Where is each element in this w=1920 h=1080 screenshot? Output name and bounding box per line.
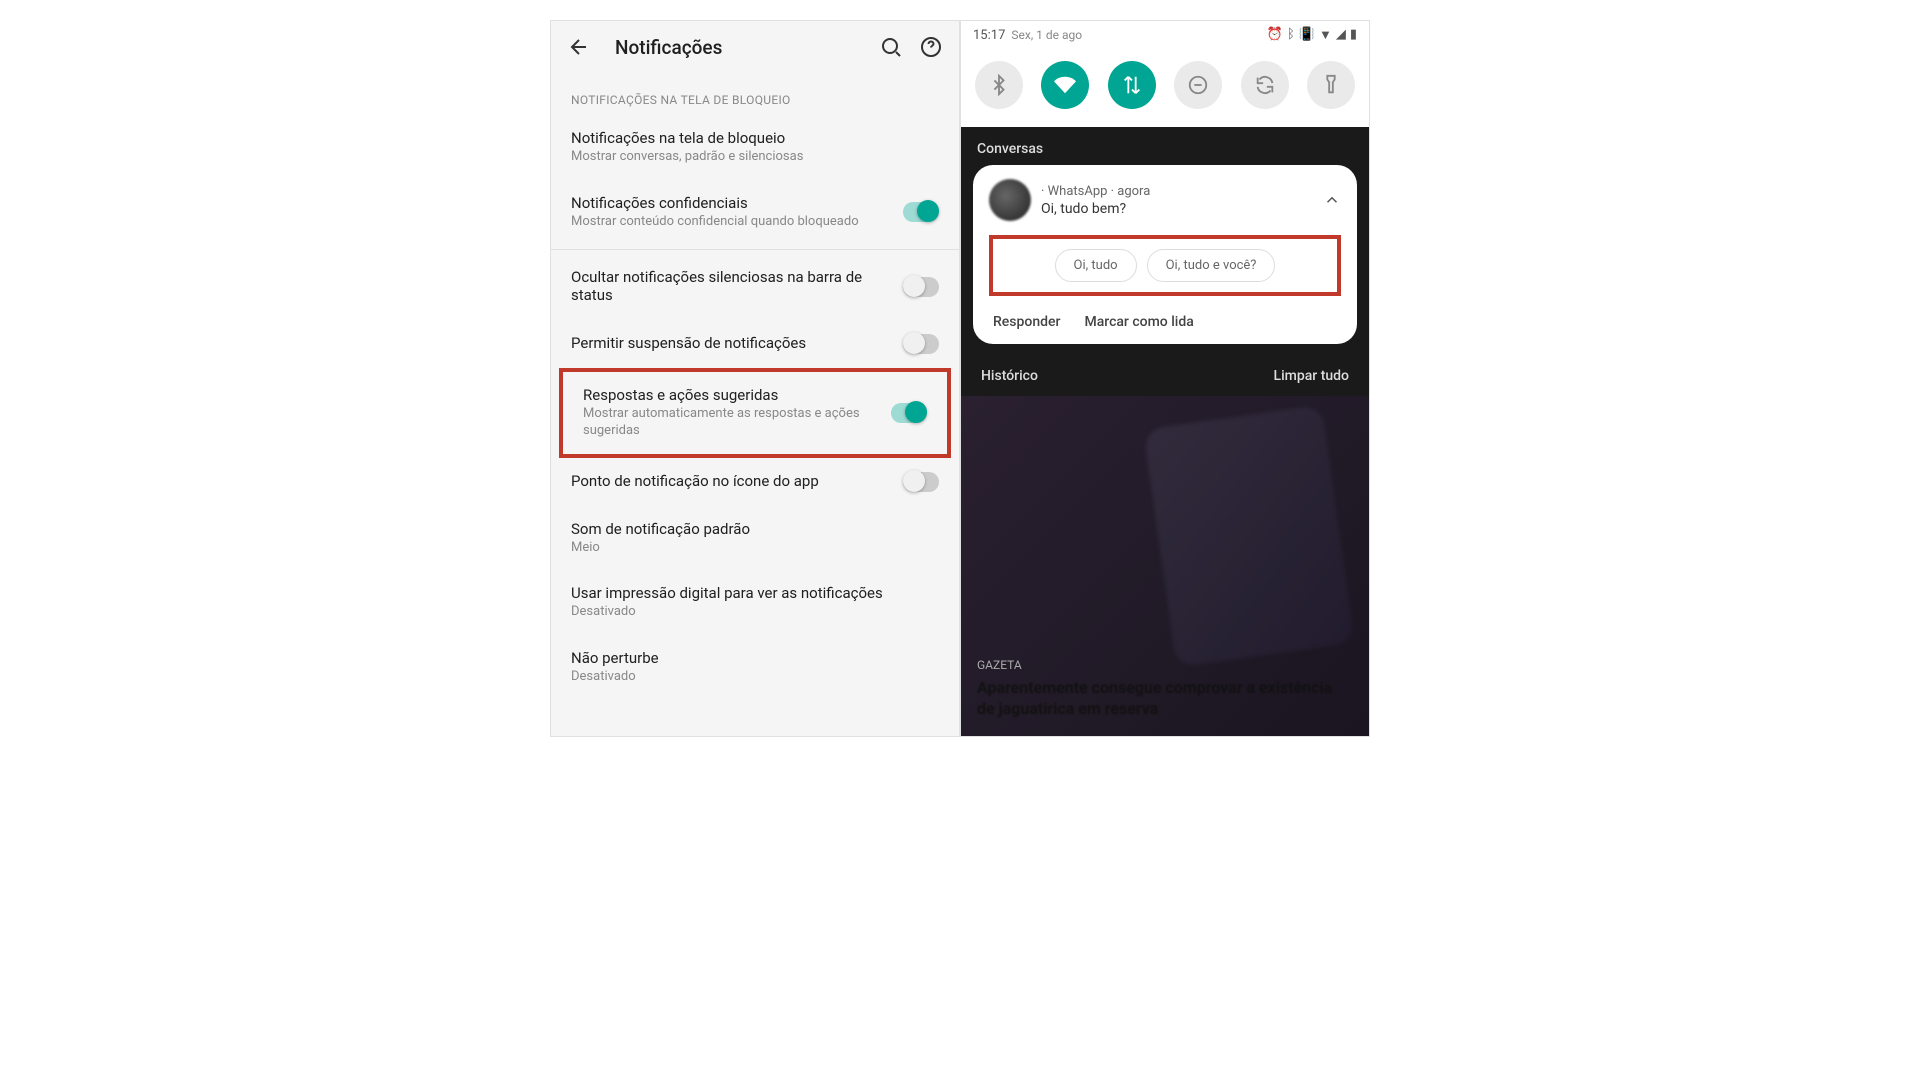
clear-all-button[interactable]: Limpar tudo bbox=[1274, 368, 1349, 384]
toggle-hide-silent[interactable] bbox=[903, 277, 939, 297]
settings-header: Notificações bbox=[551, 21, 959, 73]
wifi-icon: ▼ bbox=[1319, 27, 1332, 43]
wifi-icon bbox=[1054, 74, 1076, 96]
status-time: 15:17 bbox=[973, 28, 1005, 43]
mark-read-button[interactable]: Marcar como lida bbox=[1084, 314, 1193, 330]
background-content: GAZETA Aparentemente consegue comprovar … bbox=[961, 396, 1369, 736]
setting-title: Ponto de notificação no ícone do app bbox=[571, 472, 903, 490]
alarm-icon: ⏰ bbox=[1267, 27, 1283, 43]
bluetooth-icon: ᛒ bbox=[1287, 27, 1295, 43]
status-icons: ⏰ ᛒ 📳 ▼ ◢ ▮ bbox=[1267, 27, 1357, 43]
divider bbox=[551, 249, 959, 250]
autorotate-icon bbox=[1254, 74, 1276, 96]
bluetooth-icon bbox=[988, 74, 1010, 96]
history-label[interactable]: Histórico bbox=[981, 368, 1038, 384]
back-arrow-icon[interactable] bbox=[567, 35, 591, 59]
dnd-icon bbox=[1187, 74, 1209, 96]
battery-icon: ▮ bbox=[1350, 27, 1357, 43]
setting-confidential-notifications[interactable]: Notificações confidenciais Mostrar conte… bbox=[551, 180, 959, 245]
data-icon bbox=[1121, 74, 1143, 96]
setting-title: Ocultar notificações silenciosas na barr… bbox=[571, 268, 903, 304]
setting-title: Notificações confidenciais bbox=[571, 194, 903, 212]
setting-title: Permitir suspensão de notificações bbox=[571, 334, 903, 352]
setting-title: Som de notificação padrão bbox=[571, 520, 939, 538]
setting-suggested-replies[interactable]: Respostas e ações sugeridas Mostrar auto… bbox=[563, 372, 947, 454]
setting-title: Respostas e ações sugeridas bbox=[583, 386, 891, 404]
section-header-lockscreen: NOTIFICAÇÕES NA TELA DE BLOQUEIO bbox=[551, 73, 959, 115]
setting-default-sound[interactable]: Som de notificação padrão Meio bbox=[551, 506, 959, 571]
suggestion-chip-2[interactable]: Oi, tudo e você? bbox=[1147, 249, 1276, 282]
setting-title: Usar impressão digital para ver as notif… bbox=[571, 584, 939, 602]
avatar bbox=[989, 179, 1031, 221]
setting-hide-silent[interactable]: Ocultar notificações silenciosas na barr… bbox=[551, 254, 959, 320]
highlight-suggested-replies: Respostas e ações sugeridas Mostrar auto… bbox=[559, 368, 951, 458]
setting-fingerprint-notifications[interactable]: Usar impressão digital para ver as notif… bbox=[551, 570, 959, 635]
notification-app-line: · WhatsApp · agora bbox=[1041, 184, 1313, 199]
setting-subtitle: Desativado bbox=[571, 669, 939, 686]
history-row: Histórico Limpar tudo bbox=[961, 356, 1369, 396]
setting-subtitle: Mostrar conteúdo confidencial quando blo… bbox=[571, 214, 903, 231]
qs-autorotate[interactable] bbox=[1241, 61, 1289, 109]
toggle-snooze[interactable] bbox=[903, 334, 939, 354]
toggle-suggested-replies[interactable] bbox=[891, 403, 927, 423]
search-icon[interactable] bbox=[879, 35, 903, 59]
setting-subtitle: Meio bbox=[571, 540, 939, 557]
suggestion-chip-1[interactable]: Oi, tudo bbox=[1055, 249, 1137, 282]
flashlight-icon bbox=[1320, 74, 1342, 96]
vibrate-icon: 📳 bbox=[1299, 27, 1315, 43]
qs-dnd[interactable] bbox=[1174, 61, 1222, 109]
setting-snooze[interactable]: Permitir suspensão de notificações bbox=[551, 320, 959, 368]
toggle-confidential[interactable] bbox=[903, 202, 939, 222]
qs-data[interactable] bbox=[1108, 61, 1156, 109]
status-date: Sex, 1 de ago bbox=[1011, 28, 1082, 42]
notification-message: Oi, tudo bem? bbox=[1041, 201, 1313, 217]
chevron-up-icon[interactable] bbox=[1323, 191, 1341, 209]
setting-title: Notificações na tela de bloqueio bbox=[571, 129, 939, 147]
qs-bluetooth[interactable] bbox=[975, 61, 1023, 109]
reply-button[interactable]: Responder bbox=[993, 314, 1060, 330]
setting-notification-dot[interactable]: Ponto de notificação no ícone do app bbox=[551, 458, 959, 506]
toggle-notification-dot[interactable] bbox=[903, 472, 939, 492]
signal-icon: ◢ bbox=[1336, 27, 1346, 43]
settings-screen: Notificações NOTIFICAÇÕES NA TELA DE BLO… bbox=[550, 20, 960, 737]
setting-subtitle: Mostrar automaticamente as respostas e a… bbox=[583, 406, 891, 440]
status-bar: 15:17 Sex, 1 de ago ⏰ ᛒ 📳 ▼ ◢ ▮ bbox=[961, 21, 1369, 49]
setting-lockscreen-notifications[interactable]: Notificações na tela de bloqueio Mostrar… bbox=[551, 115, 959, 180]
notification-shade: 15:17 Sex, 1 de ago ⏰ ᛒ 📳 ▼ ◢ ▮ Conversa… bbox=[960, 20, 1370, 737]
setting-dnd[interactable]: Não perturbe Desativado bbox=[551, 635, 959, 700]
setting-subtitle: Mostrar conversas, padrão e silenciosas bbox=[571, 149, 939, 166]
qs-wifi[interactable] bbox=[1041, 61, 1089, 109]
notification-card[interactable]: · WhatsApp · agora Oi, tudo bem? Oi, tud… bbox=[973, 165, 1357, 344]
section-conversas: Conversas bbox=[961, 127, 1369, 165]
article-title: Aparentemente consegue comprovar a exist… bbox=[977, 678, 1353, 720]
article-tag: GAZETA bbox=[977, 658, 1353, 672]
setting-subtitle: Desativado bbox=[571, 604, 939, 621]
setting-title: Não perturbe bbox=[571, 649, 939, 667]
highlight-suggestion-chips: Oi, tudo Oi, tudo e você? bbox=[989, 235, 1341, 296]
qs-flashlight[interactable] bbox=[1307, 61, 1355, 109]
help-icon[interactable] bbox=[919, 35, 943, 59]
background-phone-image bbox=[1143, 405, 1355, 668]
quick-settings-row bbox=[961, 49, 1369, 127]
page-title: Notificações bbox=[615, 36, 863, 59]
